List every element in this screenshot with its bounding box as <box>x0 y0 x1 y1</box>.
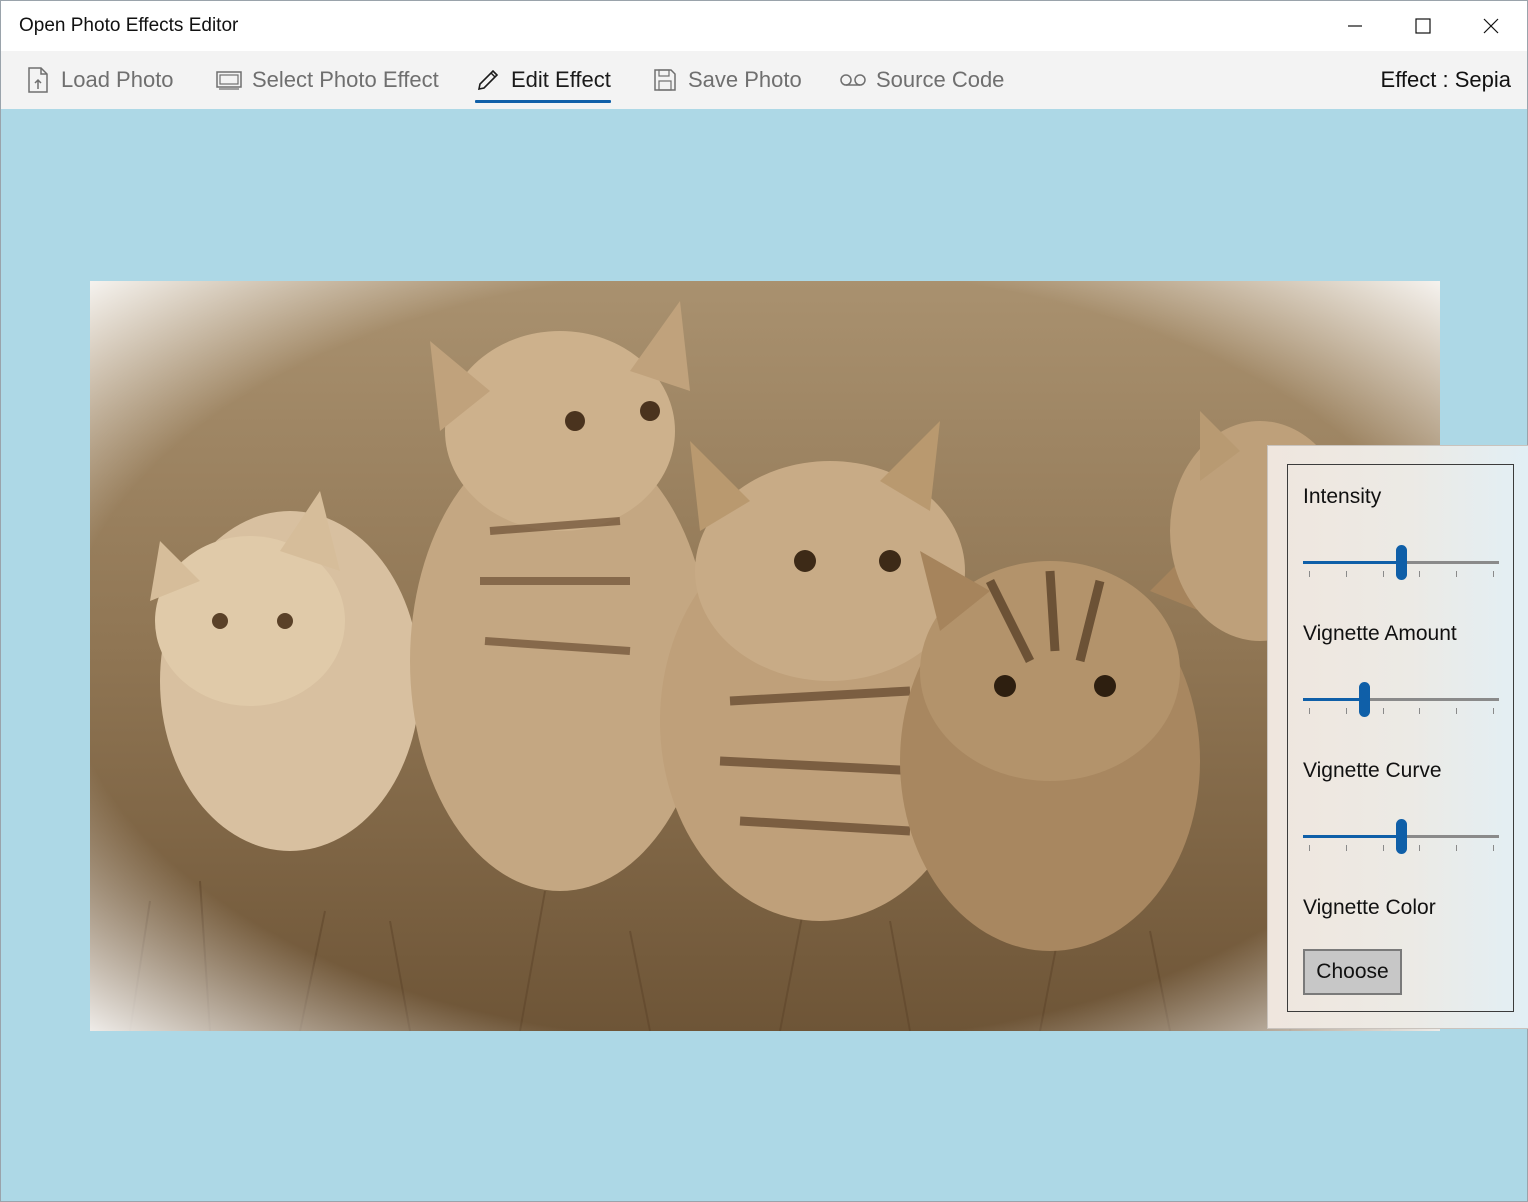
intensity-slider[interactable] <box>1303 543 1499 583</box>
choose-color-button[interactable]: Choose <box>1303 949 1402 995</box>
pencil-icon <box>475 67 501 93</box>
slider-tick <box>1493 845 1494 851</box>
slider-tick <box>1346 571 1347 577</box>
close-icon <box>1483 18 1499 34</box>
save-photo-label: Save Photo <box>688 67 802 92</box>
minimize-button[interactable] <box>1321 1 1389 51</box>
slider-tick <box>1456 571 1457 577</box>
command-bar: Load Photo Select Photo Effect Edit Effe… <box>1 51 1527 109</box>
slider-thumb[interactable] <box>1359 682 1370 717</box>
effect-settings-panel: Intensity Vignette Amount Vignette Curve <box>1267 445 1528 1029</box>
slider-tick <box>1383 571 1384 577</box>
slider-tick <box>1383 845 1384 851</box>
slider-ticks <box>1303 708 1499 714</box>
minimize-icon <box>1348 25 1362 27</box>
edit-effect-button[interactable]: Edit Effect <box>475 51 611 109</box>
slider-tick <box>1419 845 1420 851</box>
vignette-amount-slider[interactable] <box>1303 680 1499 720</box>
slider-thumb[interactable] <box>1396 545 1407 580</box>
slider-tick <box>1309 708 1310 714</box>
slider-track-fill <box>1303 561 1401 564</box>
photo-preview <box>90 281 1440 1031</box>
save-icon <box>652 67 678 93</box>
source-code-button[interactable]: Source Code <box>840 51 1004 109</box>
vignette-curve-slider[interactable] <box>1303 817 1499 857</box>
slider-tick <box>1456 708 1457 714</box>
slider-tick <box>1309 571 1310 577</box>
close-button[interactable] <box>1457 1 1525 51</box>
slider-tick <box>1456 845 1457 851</box>
load-photo-label: Load Photo <box>61 67 174 92</box>
slider-tick <box>1346 845 1347 851</box>
select-photo-effect-label: Select Photo Effect <box>252 67 439 92</box>
slider-tick <box>1419 571 1420 577</box>
vignette-color-label: Vignette Color <box>1303 896 1436 919</box>
kittens-photo <box>90 281 1440 1031</box>
intensity-label: Intensity <box>1303 485 1382 508</box>
vignette-amount-label: Vignette Amount <box>1303 622 1457 645</box>
title-bar: Open Photo Effects Editor <box>1 1 1527 51</box>
source-code-label: Source Code <box>876 67 1005 92</box>
window-title: Open Photo Effects Editor <box>19 15 239 36</box>
select-photo-effect-button[interactable]: Select Photo Effect <box>216 51 439 109</box>
slider-track-fill <box>1303 698 1364 701</box>
slider-tick <box>1309 845 1310 851</box>
load-photo-button[interactable]: Load Photo <box>25 51 174 109</box>
slider-thumb[interactable] <box>1396 819 1407 854</box>
save-photo-button[interactable]: Save Photo <box>652 51 802 109</box>
slider-tick <box>1346 708 1347 714</box>
slider-tick <box>1383 708 1384 714</box>
effect-settings-group: Intensity Vignette Amount Vignette Curve <box>1287 464 1514 1012</box>
edit-effect-label: Edit Effect <box>511 67 611 92</box>
maximize-icon <box>1415 18 1431 34</box>
current-effect-status: Effect : Sepia <box>1380 67 1511 92</box>
vignette-curve-label: Vignette Curve <box>1303 759 1442 782</box>
photo-gallery-icon <box>216 67 242 93</box>
slider-track-fill <box>1303 835 1401 838</box>
slider-tick <box>1493 708 1494 714</box>
load-file-icon <box>25 67 51 93</box>
slider-tick <box>1493 571 1494 577</box>
slider-tick <box>1419 708 1420 714</box>
app-window: Open Photo Effects Editor Load Photo Sel… <box>0 0 1528 1202</box>
voicemail-icon <box>840 67 866 93</box>
maximize-button[interactable] <box>1389 1 1457 51</box>
